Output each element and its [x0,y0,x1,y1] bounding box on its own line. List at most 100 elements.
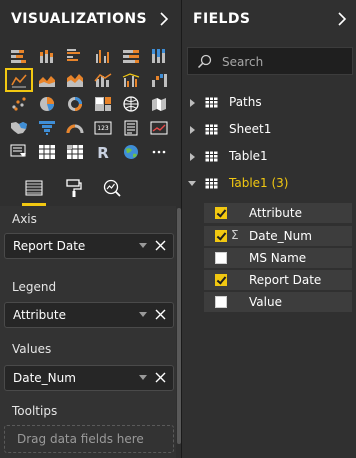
fields-header: FIELDS [182,0,356,38]
chevron-right-icon[interactable] [158,11,170,27]
tooltips-well-label: Tooltips [12,404,58,418]
table-name: Sheet1 [229,122,272,136]
search-input[interactable]: Search [187,47,353,75]
chevron-down-icon[interactable] [188,181,196,186]
more-icon[interactable] [145,140,173,164]
line-stacked-column-icon[interactable] [89,68,117,92]
matrix-icon[interactable] [61,140,89,164]
table-name: Table1 [229,149,268,163]
scatter-icon[interactable] [5,92,33,116]
tooltips-placeholder: Drag data fields here [17,432,144,446]
funnel-icon[interactable] [33,116,61,140]
slicer-icon[interactable] [5,140,33,164]
area-chart-icon[interactable] [33,68,61,92]
table-name: Table1 (3) [229,176,289,190]
field-label: MS Name [249,251,307,265]
field-checkbox[interactable] [215,296,227,308]
visualization-tabs [0,170,181,206]
stacked-column-icon[interactable] [33,44,61,68]
field-attribute[interactable]: Attribute [204,203,352,223]
field-wells: Axis Report Date Legend Attribute Values… [0,206,176,458]
table-icon [205,151,218,162]
visualizations-title: VISUALIZATIONS [11,11,147,27]
chevron-right-icon[interactable] [336,11,348,27]
close-icon[interactable] [155,240,166,251]
chevron-down-icon[interactable] [139,312,147,317]
stacked-area-icon[interactable] [61,68,89,92]
fields-pane: FIELDS Search Paths Sheet1 Table1 Table1… [182,0,356,458]
field-checkbox[interactable] [215,274,227,286]
fields-tab-icon [25,180,43,196]
tooltips-drop-zone[interactable]: Drag data fields here [4,425,174,453]
axis-well[interactable]: Report Date [4,233,174,259]
table-table1[interactable]: Table1 [182,146,356,168]
sigma-icon: Σ [231,228,239,242]
visualizations-pane: VISUALIZATIONS 123 R Axis Report Date Le… [0,0,181,458]
tab-fields[interactable] [16,170,52,206]
table-name: Paths [229,95,262,109]
field-ms-name[interactable]: MS Name [204,248,352,268]
shape-map-icon[interactable] [5,116,33,140]
table-icon [205,97,218,108]
kpi-icon[interactable] [145,116,173,140]
100-stacked-column-icon[interactable] [145,44,173,68]
100-stacked-bar-icon[interactable] [117,44,145,68]
chevron-down-icon[interactable] [139,375,147,380]
field-report-date[interactable]: Report Date [204,270,352,290]
field-checkbox[interactable] [215,252,227,264]
svg-text:R: R [97,144,109,160]
treemap-icon[interactable] [89,92,117,116]
values-field-value: Date_Num [13,371,76,385]
line-clustered-column-icon[interactable] [117,68,145,92]
fields-title: FIELDS [193,11,251,27]
search-placeholder: Search [222,55,264,69]
tab-analytics[interactable] [94,170,130,206]
donut-icon[interactable] [61,92,89,116]
values-well-label: Values [12,342,52,356]
axis-field-value: Report Date [13,239,86,253]
field-label: Value [249,295,282,309]
field-date-num[interactable]: Σ Date_Num [204,226,352,246]
field-checkbox[interactable] [215,230,227,242]
r-visual-icon[interactable]: R [89,140,117,164]
legend-well[interactable]: Attribute [4,302,174,328]
stacked-bar-icon[interactable] [5,44,33,68]
clustered-column-icon[interactable] [89,44,117,68]
filled-map-icon[interactable] [145,92,173,116]
field-checkbox[interactable] [215,207,227,219]
analytics-icon [103,179,121,197]
chevron-down-icon[interactable] [139,243,147,248]
visualizations-header: VISUALIZATIONS [0,0,181,38]
legend-well-label: Legend [12,280,57,294]
clustered-bar-icon[interactable] [61,44,89,68]
line-chart-icon[interactable] [5,68,33,92]
card-icon[interactable]: 123 [89,116,117,140]
table-icon [205,124,218,135]
svg-text:123: 123 [97,125,109,132]
field-label: Attribute [249,206,302,220]
tab-format[interactable] [56,170,92,206]
map-icon[interactable] [117,92,145,116]
chevron-right-icon[interactable] [190,153,195,161]
field-label: Report Date [249,273,322,287]
table-icon [205,178,218,189]
chevron-right-icon[interactable] [190,126,195,134]
table-table1-3[interactable]: Table1 (3) [182,173,356,195]
pie-icon[interactable] [33,92,61,116]
table-icon[interactable] [33,140,61,164]
field-label: Date_Num [249,229,312,243]
axis-well-label: Axis [12,212,37,226]
waterfall-icon[interactable] [145,68,173,92]
multirow-card-icon[interactable] [117,116,145,140]
chevron-right-icon[interactable] [190,99,195,107]
gauge-icon[interactable] [61,116,89,140]
table-sheet1[interactable]: Sheet1 [182,119,356,141]
values-well[interactable]: Date_Num [4,365,174,391]
table-paths[interactable]: Paths [182,92,356,114]
close-icon[interactable] [155,309,166,320]
field-value[interactable]: Value [204,292,352,312]
globe-icon[interactable] [117,140,145,164]
legend-field-value: Attribute [13,308,66,322]
close-icon[interactable] [155,372,166,383]
format-roller-icon [66,179,82,197]
